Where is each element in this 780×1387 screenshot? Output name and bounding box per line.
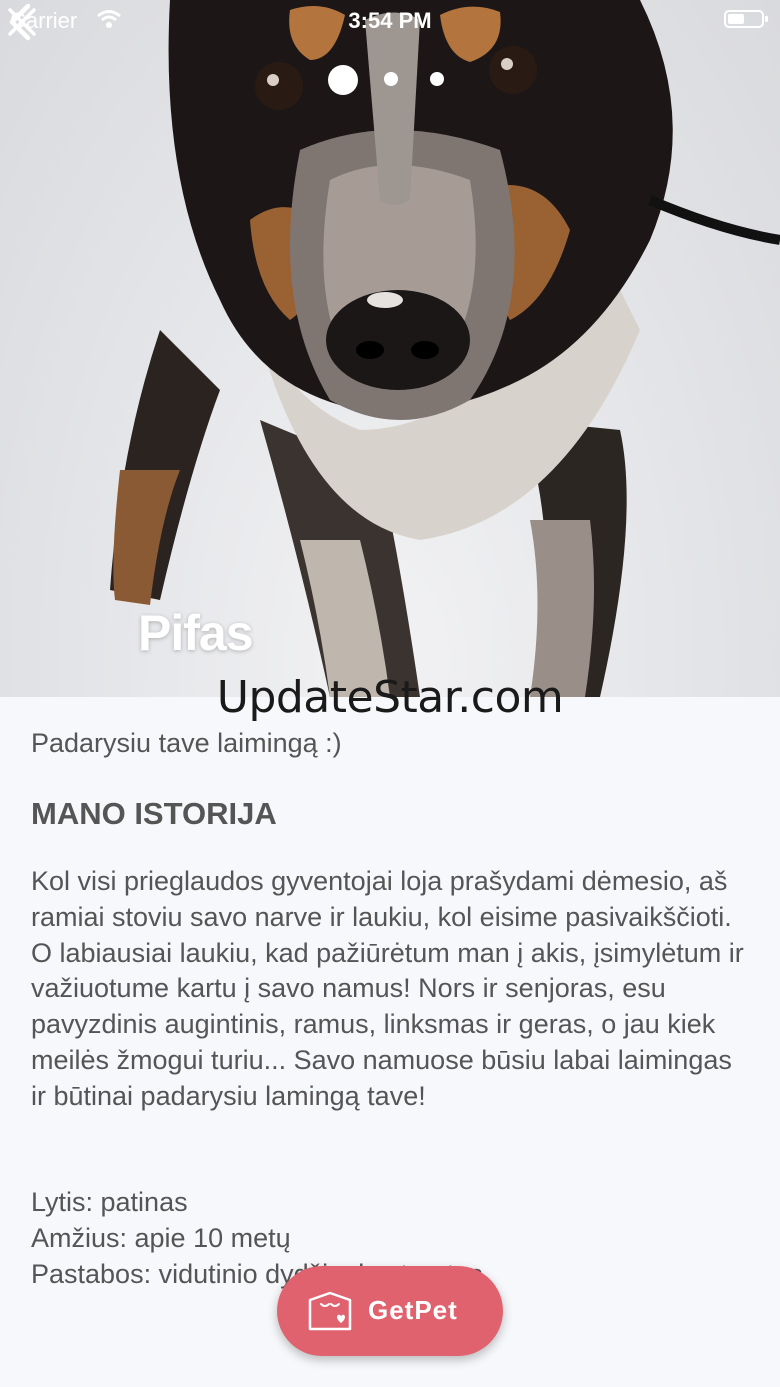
- fact-sex: Lytis: patinas: [31, 1187, 188, 1217]
- pet-photo[interactable]: Carrier 3:54 PM Pifas: [0, 0, 780, 697]
- watermark-text: UpdateStar.com: [216, 672, 564, 723]
- getpet-label: GetPet: [368, 1295, 458, 1325]
- status-bar: Carrier 3:54 PM: [0, 0, 780, 40]
- battery-icon: [724, 10, 768, 28]
- fact-age: Amžius: apie 10 metų: [31, 1223, 291, 1253]
- pet-house-icon: [308, 1291, 352, 1331]
- status-time: 3:54 PM: [348, 8, 432, 33]
- page-dot-active[interactable]: [328, 65, 358, 95]
- getpet-button[interactable]: GetPet: [277, 1266, 503, 1356]
- pet-tagline: Padarysiu tave laimingą :): [31, 728, 342, 758]
- story-heading: MANO ISTORIJA: [31, 796, 277, 831]
- dog-illustration: [110, 0, 780, 697]
- close-icon[interactable]: [0, 0, 44, 44]
- page-dot[interactable]: [430, 72, 444, 86]
- pet-name: Pifas: [138, 605, 254, 661]
- story-text: Kol visi prieglaudos gyventojai loja pra…: [31, 866, 744, 1111]
- page-dot[interactable]: [384, 72, 398, 86]
- gallery-page-indicator: [0, 62, 780, 98]
